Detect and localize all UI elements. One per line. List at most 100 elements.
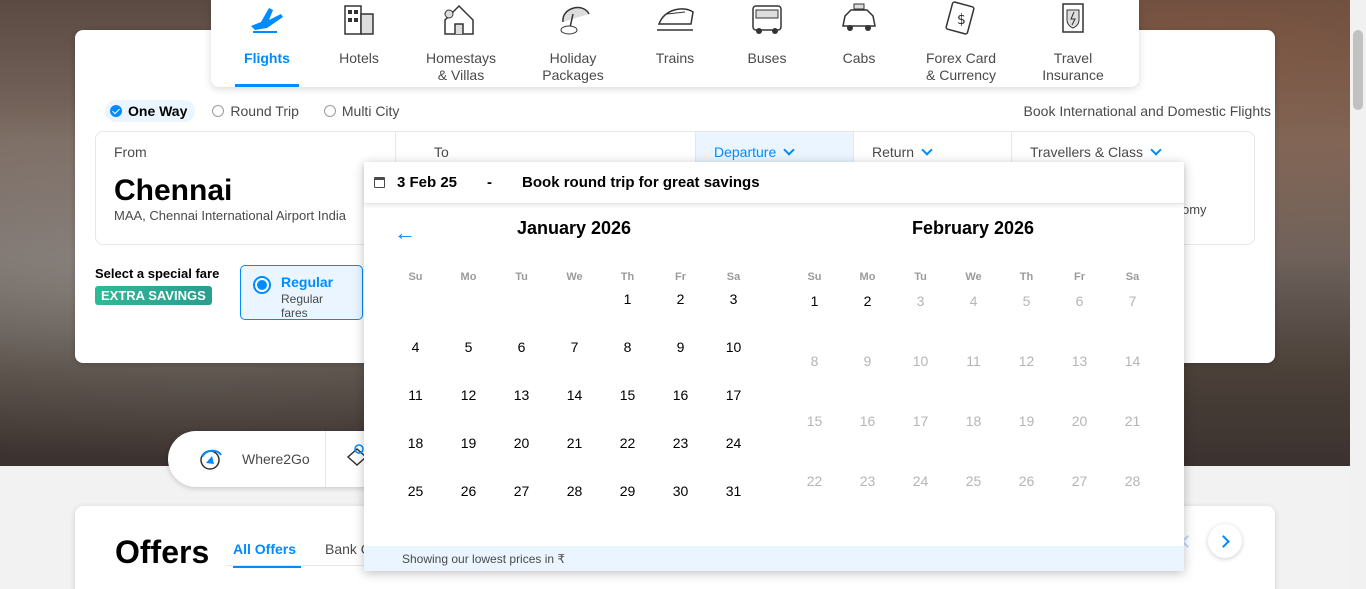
day-cell[interactable]: 22 [601,435,654,483]
day-cell[interactable]: 3 [707,291,760,339]
nav-label: Travel [1053,50,1093,66]
day-cell[interactable]: 15 [601,387,654,435]
cab-icon [839,0,879,36]
radio-selected-icon [253,276,271,294]
day-cell: 22 [806,473,823,489]
nav-item-holiday[interactable]: Holiday Packages [517,0,629,87]
day-cell: 25 [965,473,982,489]
day-cell[interactable]: 7 [548,339,601,387]
day-cell[interactable]: 8 [601,339,654,387]
weekday-label: Th [620,271,635,283]
fare-option-sub: Regular fares [281,292,324,320]
day-cell[interactable]: 21 [548,435,601,483]
svg-text:$: $ [957,12,966,28]
special-fare-title: Select a special fare [95,266,220,281]
weekday-label: Fr [675,271,686,283]
day-cell[interactable]: 24 [707,435,760,483]
day-blank [389,291,442,339]
hotel-icon [339,0,379,36]
nav-label: Homestays [425,50,497,66]
weekday-label: We [566,271,583,283]
offers-next-button[interactable] [1208,524,1242,558]
day-cell: 19 [1018,413,1035,429]
fare-option-regular[interactable]: Regular Regular fares [240,265,363,320]
day-cell[interactable]: 1 [601,291,654,339]
day-grid: 1 2 3 4 5 6 7 8 9 10 11 12 13 14 15 16 17 18 19 20 21 22 23 24 2… [389,291,759,531]
weekday-label: Mo [859,271,876,283]
day-cell: 17 [912,413,929,429]
day-cell[interactable]: 20 [495,435,548,483]
day-cell[interactable]: 11 [389,387,442,435]
nav-item-homestays[interactable]: Homestays & Villas [405,0,517,87]
day-cell[interactable]: 4 [389,339,442,387]
departure-label: Departure [714,144,835,160]
offers-title: Offers [115,534,210,570]
special-fare-section: Select a special fare EXTRA SAVINGS [95,266,219,305]
day-cell: 21 [1124,413,1141,429]
weekday-header: Su Mo Tu We Th Fr Sa [389,271,759,283]
where2go-link[interactable]: Where2Go [242,451,310,467]
nav-item-cabs[interactable]: Cabs [813,0,905,87]
nav-item-trains[interactable]: Trains [629,0,721,87]
day-cell: 14 [1124,353,1141,369]
day-cell[interactable]: 5 [442,339,495,387]
nav-item-buses[interactable]: Buses [721,0,813,87]
day-grid: 1 2 3 4 5 6 7 8 9 10 11 12 13 14 15 16 17 18 19 20 21 22 23 24 2… [788,293,1158,533]
day-cell: 6 [1075,293,1084,309]
nav-item-forex-card[interactable]: $ Forex Card & Currency [905,0,1017,87]
date-picker: 3 Feb 25 - Book round trip for great sav… [364,162,1184,571]
trip-multi-city[interactable]: Multi City [319,100,408,122]
day-cell: 12 [1018,353,1035,369]
product-nav: Flights Hotels Homestays & Villas Holiday Pac… [211,0,1139,87]
month-title: January 2026 [516,218,632,238]
day-cell[interactable]: 12 [442,387,495,435]
weekday-label: Mo [460,271,477,283]
day-cell[interactable]: 17 [707,387,760,435]
trip-round-trip[interactable]: Round Trip [207,100,306,122]
day-cell[interactable]: 19 [442,435,495,483]
month-february: February 2026 Su Mo Tu We Th Fr Sa 1 2 3 4 5 6 7 8 9 10… [788,218,1158,533]
day-cell: 27 [1071,473,1088,489]
divider [325,431,326,487]
tab-all-offers[interactable]: All Offers [233,541,302,568]
trip-one-way-label: One Way [128,103,188,119]
nav-item-flights[interactable]: Flights [221,0,313,87]
round-trip-prompt[interactable]: Book round trip for great savings [522,174,760,191]
day-cell[interactable]: 29 [601,483,654,531]
day-cell[interactable]: 31 [707,483,760,531]
day-cell[interactable]: 30 [654,483,707,531]
scrollbar-thumb[interactable] [1353,30,1363,110]
day-cell[interactable]: 18 [389,435,442,483]
nav-item-hotels[interactable]: Hotels [313,0,405,87]
return-label-text: Return [872,144,915,160]
radio-icon [323,105,336,117]
day-cell[interactable]: 28 [548,483,601,531]
day-cell: 15 [806,413,823,429]
day-cell[interactable]: 27 [495,483,548,531]
day-cell[interactable]: 2 [654,291,707,339]
travellers-label-text: Travellers & Class [1030,144,1144,160]
day-cell[interactable]: 6 [495,339,548,387]
holiday-icon [553,0,593,36]
day-cell[interactable]: 14 [548,387,601,435]
day-cell[interactable]: 26 [442,483,495,531]
day-cell[interactable]: 9 [654,339,707,387]
chevron-down-icon [783,144,795,156]
chevron-down-icon [921,144,933,156]
from-field[interactable]: From Chennai MAA, Chennai International … [96,132,396,244]
day-cell[interactable]: 25 [389,483,442,531]
day-cell[interactable]: 23 [654,435,707,483]
nav-item-travel[interactable]: Travel Insurance [1017,0,1129,87]
day-cell[interactable]: 1 [788,293,841,353]
day-blank [495,291,548,339]
day-blank [442,291,495,339]
day-cell[interactable]: 2 [841,293,894,353]
day-cell[interactable]: 13 [495,387,548,435]
day-cell[interactable]: 16 [654,387,707,435]
day-cell: 11 [966,353,981,369]
day-cell: 20 [1071,413,1088,429]
day-cell[interactable]: 10 [707,339,760,387]
trip-one-way[interactable]: One Way [105,100,196,122]
departure-label-text: Departure [714,144,777,160]
page-scrollbar[interactable] [1350,0,1366,589]
